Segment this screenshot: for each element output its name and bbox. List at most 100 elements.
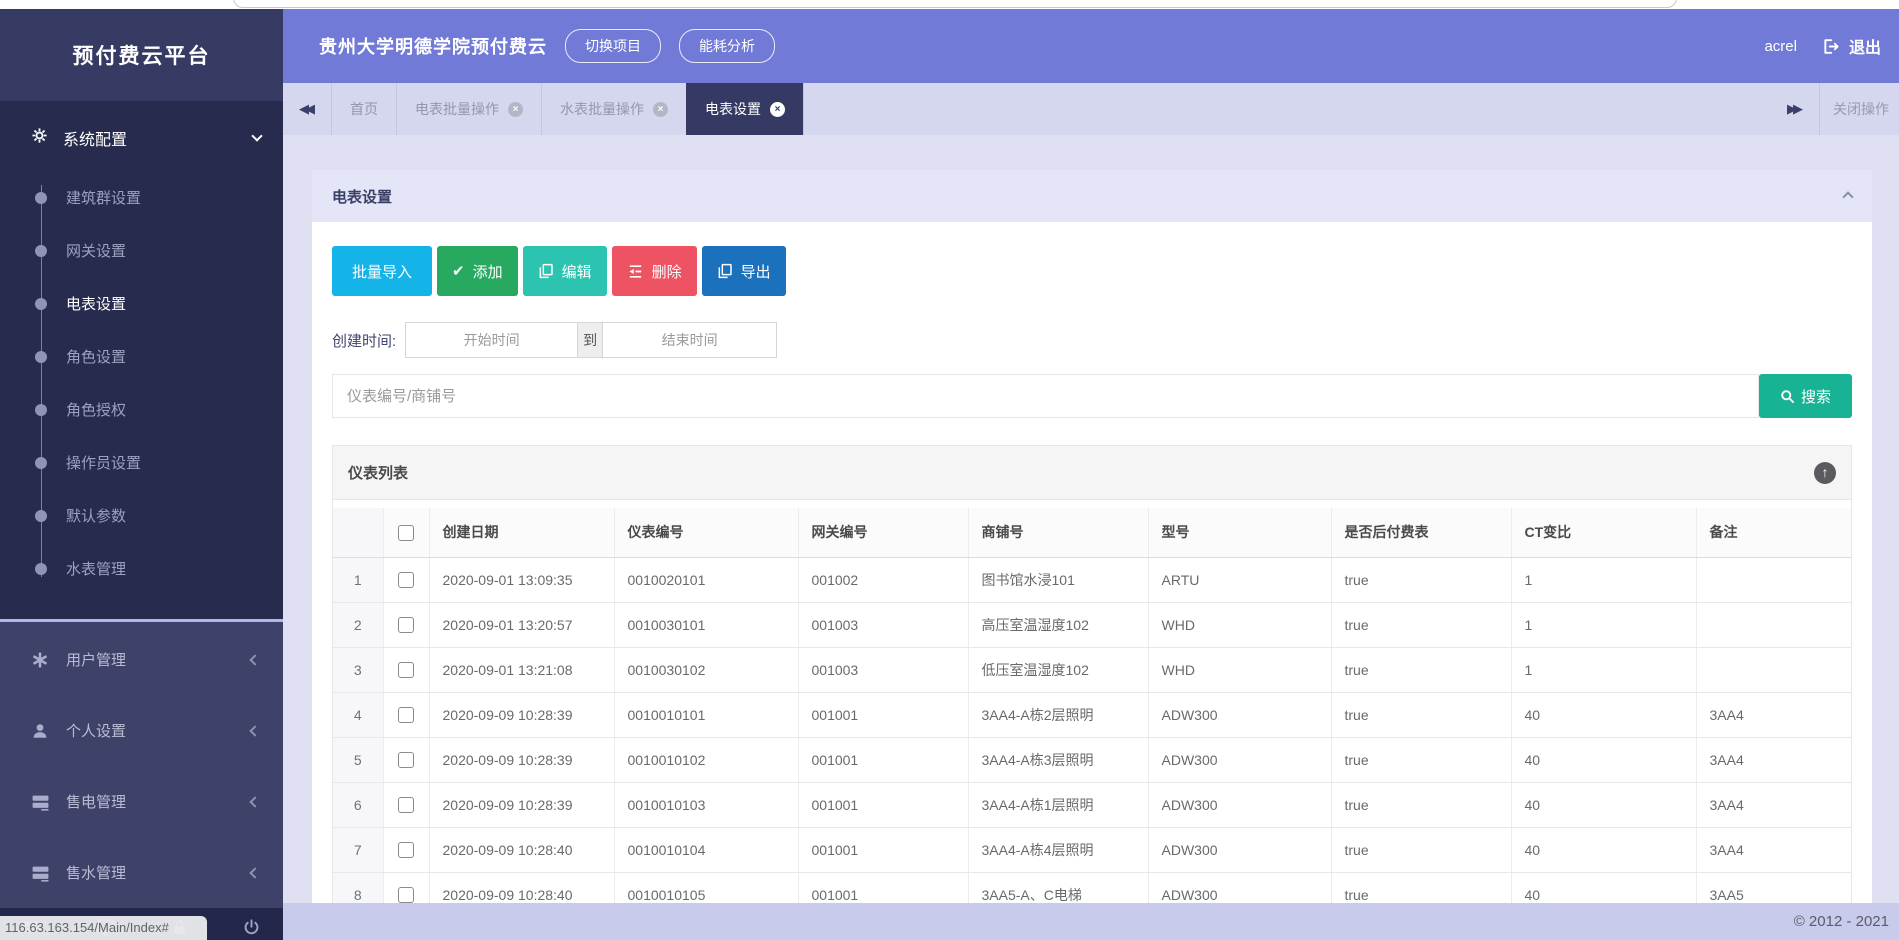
row-number-cell: 6 [333, 782, 383, 827]
ct-ratio-cell: 40 [1511, 737, 1696, 782]
row-checkbox-cell[interactable] [383, 647, 429, 692]
sidebar-item-electricity-sales[interactable]: 售电管理 [0, 766, 283, 837]
sidebar-sub-item[interactable]: 网关设置 [0, 224, 283, 277]
tab-close-icon[interactable]: × [653, 102, 668, 117]
row-checkbox[interactable] [398, 662, 414, 678]
gear-icon [31, 127, 48, 149]
sidebar-sub-item[interactable]: 操作员设置 [0, 436, 283, 489]
row-checkbox[interactable] [398, 572, 414, 588]
note-cell: 3AA5 [1696, 872, 1851, 903]
model-cell: ADW300 [1148, 692, 1331, 737]
button-label: 搜索 [1801, 386, 1831, 407]
row-number-cell: 7 [333, 827, 383, 872]
row-number-cell: 2 [333, 602, 383, 647]
search-button[interactable]: 搜索 [1759, 374, 1852, 418]
created-date-cell: 2020-09-09 10:28:40 [429, 872, 614, 903]
select-all-header[interactable] [383, 508, 429, 557]
shop-number-cell: 高压室温湿度102 [968, 602, 1148, 647]
postpaid-cell: true [1331, 782, 1511, 827]
model-cell: WHD [1148, 602, 1331, 647]
sidebar-sub-item[interactable]: 水表管理 [0, 542, 283, 595]
sidebar-sub-item[interactable]: 建筑群设置 [0, 171, 283, 224]
scroll-top-icon[interactable]: ↑ [1814, 462, 1836, 484]
table-row: 3 2020-09-01 13:21:08 0010030102 001003 … [333, 647, 1851, 692]
tab[interactable]: 电表设置 × [686, 83, 804, 135]
tabs-scroll-left-button[interactable]: ◀◀ [283, 83, 331, 135]
sidebar-item-user-management[interactable]: 用户管理 [0, 624, 283, 695]
batch-import-button[interactable]: 批量导入 [332, 246, 432, 296]
row-checkbox[interactable] [398, 617, 414, 633]
row-checkbox-cell[interactable] [383, 557, 429, 602]
tabs-scroll-right-button[interactable]: ▶▶ [1771, 83, 1819, 135]
tab-label: 首页 [350, 99, 378, 119]
tab-close-icon[interactable]: × [770, 102, 785, 117]
sidebar-sub-item[interactable]: 角色授权 [0, 383, 283, 436]
meter-list-header: 仪表列表 ↑ [333, 446, 1851, 500]
edit-button[interactable]: 编辑 [523, 246, 607, 296]
shop-number-cell: 低压室温湿度102 [968, 647, 1148, 692]
meter-number-cell: 0010010102 [614, 737, 798, 782]
power-icon[interactable] [242, 918, 261, 937]
select-all-checkbox[interactable] [398, 525, 414, 541]
chevron-left-icon [249, 796, 260, 807]
row-checkbox[interactable] [398, 707, 414, 723]
sidebar-sub-item[interactable]: 电表设置 [0, 277, 283, 330]
logout-button[interactable]: 退出 [1849, 34, 1881, 58]
sidebar-lower-menu: 用户管理 个人设置 售电管理 [0, 622, 283, 908]
sidebar-sub-item[interactable]: 默认参数 [0, 489, 283, 542]
sidebar-sub-item[interactable]: 角色设置 [0, 330, 283, 383]
export-button[interactable]: 导出 [702, 246, 786, 296]
sidebar-sub-item-label: 电表设置 [66, 293, 126, 314]
end-time-input[interactable] [602, 322, 777, 358]
row-checkbox[interactable] [398, 842, 414, 858]
sidebar-item-personal-settings[interactable]: 个人设置 [0, 695, 283, 766]
button-label: 导出 [741, 261, 771, 282]
collapse-panel-button[interactable] [1844, 188, 1852, 205]
row-checkbox-cell[interactable] [383, 602, 429, 647]
sidebar-sub-item-label: 角色设置 [66, 346, 126, 367]
ct-ratio-cell: 1 [1511, 602, 1696, 647]
add-button[interactable]: ✔ 添加 [437, 246, 518, 296]
row-checkbox-cell[interactable] [383, 782, 429, 827]
sidebar-sub-item-label: 角色授权 [66, 399, 126, 420]
row-checkbox[interactable] [398, 797, 414, 813]
row-checkbox[interactable] [398, 887, 414, 903]
switch-project-button[interactable]: 切换项目 [565, 29, 661, 63]
row-number-cell: 5 [333, 737, 383, 782]
panel-body: 批量导入 ✔ 添加 编辑 [312, 222, 1872, 903]
logout-icon[interactable] [1821, 37, 1840, 56]
sidebar-menu: 系统配置 建筑群设置 网关设置 电表设置 [0, 101, 283, 601]
start-time-input[interactable] [405, 322, 578, 358]
note-cell: 3AA4 [1696, 782, 1851, 827]
sidebar-item-water-sales[interactable]: 售水管理 [0, 837, 283, 908]
row-checkbox-cell[interactable] [383, 692, 429, 737]
search-input[interactable] [332, 374, 1759, 418]
row-checkbox-cell[interactable] [383, 737, 429, 782]
sidebar-sublist: 建筑群设置 网关设置 电表设置 角色设置 [0, 163, 283, 601]
ct-ratio-cell: 40 [1511, 782, 1696, 827]
meter-number-cell: 0010010103 [614, 782, 798, 827]
tab[interactable]: 电表批量操作 × [396, 83, 541, 135]
tab-bar: ◀◀ 首页 电表批量操作 × 水表批量操作 × 电表设置 × ▶▶ 关闭操 [283, 83, 1899, 135]
row-checkbox-cell[interactable] [383, 827, 429, 872]
tab-close-icon[interactable]: × [508, 102, 523, 117]
gateway-number-cell: 001003 [798, 647, 968, 692]
sidebar-group-system-config[interactable]: 系统配置 [0, 113, 283, 163]
search-row: 搜索 [332, 374, 1852, 418]
row-number-header [333, 508, 383, 557]
copy-file-icon [717, 263, 733, 279]
bullet-dot-icon [35, 351, 47, 363]
close-operations-dropdown[interactable]: 关闭操作 [1819, 83, 1899, 135]
note-cell: 3AA4 [1696, 692, 1851, 737]
delete-button[interactable]: 删除 [612, 246, 697, 296]
tab[interactable]: 首页 [331, 83, 396, 135]
page-footer: © 2012 - 2021 [283, 903, 1899, 940]
note-cell [1696, 647, 1851, 692]
row-checkbox-cell[interactable] [383, 872, 429, 903]
shop-number-cell: 3AA5-A、C电梯 [968, 872, 1148, 903]
tab[interactable]: 水表批量操作 × [541, 83, 686, 135]
energy-analysis-button[interactable]: 能耗分析 [679, 29, 775, 63]
row-checkbox[interactable] [398, 752, 414, 768]
table-body: 1 2020-09-01 13:09:35 0010020101 001002 … [333, 557, 1851, 903]
meter-number-cell: 0010010105 [614, 872, 798, 903]
